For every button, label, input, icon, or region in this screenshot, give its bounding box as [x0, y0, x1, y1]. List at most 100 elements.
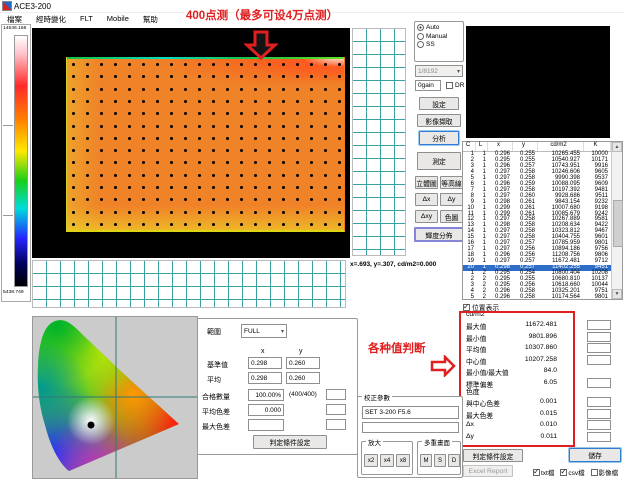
point-dot — [86, 149, 89, 152]
delta-x-button[interactable]: Δx — [415, 193, 438, 206]
point-dot — [254, 63, 257, 66]
point-dot — [100, 161, 103, 164]
menu-item-Mobile[interactable]: Mobile — [100, 13, 136, 24]
col-header-k: K — [584, 142, 611, 151]
excel-report-button[interactable]: Excel Report — [463, 465, 513, 477]
point-dot — [296, 75, 299, 78]
point-dot — [114, 137, 117, 140]
point-dot — [338, 149, 341, 152]
judge-condition-button-2[interactable]: 判定條件設定 — [253, 435, 327, 449]
scroll-down-icon[interactable]: ▼ — [612, 289, 622, 299]
filecheck-txt檔[interactable]: txt檔 — [533, 467, 554, 477]
radio-ss[interactable]: SS — [417, 41, 461, 48]
zoom-x2-button[interactable]: x2 — [364, 454, 378, 467]
point-dot — [128, 63, 131, 66]
save-button[interactable]: 儲存 — [569, 448, 621, 462]
dr-checkbox[interactable]: DR — [446, 82, 464, 89]
scale-min-value: 5438.749 — [3, 289, 24, 294]
point-dot — [128, 198, 131, 201]
radio-dot[interactable] — [417, 24, 424, 31]
menu-item-檔案[interactable]: 檔案 — [0, 13, 29, 24]
scroll-up-icon[interactable]: ▲ — [612, 142, 622, 152]
point-dot — [198, 112, 201, 115]
menu-item-幫助[interactable]: 幫助 — [136, 13, 165, 24]
contour-button[interactable]: 等高線 — [440, 176, 463, 189]
menu-item-經時變化[interactable]: 經時變化 — [29, 13, 73, 24]
average-y-input[interactable]: 0.260 — [286, 372, 320, 384]
point-dot — [142, 88, 145, 91]
cie-chromaticity-diagram[interactable] — [32, 316, 198, 479]
chevron-down-icon: ▾ — [281, 328, 284, 335]
heatmap-canvas[interactable] — [32, 28, 350, 258]
point-dot — [142, 125, 145, 128]
dr-checkbox-box[interactable] — [446, 82, 453, 89]
radio-dot[interactable] — [417, 41, 424, 48]
point-dot — [114, 161, 117, 164]
color-scale-gradient — [14, 35, 28, 287]
point-dot — [268, 112, 271, 115]
col-header-l: L — [476, 142, 488, 151]
point-dot — [254, 149, 257, 152]
table-row[interactable]: 520.2960.25810174.5649801 — [463, 295, 622, 301]
point-dot — [86, 186, 89, 189]
scroll-thumb[interactable] — [613, 200, 623, 247]
judge-value: 0.015 — [497, 410, 557, 417]
measure-button[interactable]: 測定 — [417, 152, 461, 170]
view-3d-button[interactable]: 立體圖 — [415, 176, 438, 189]
delta-y-button[interactable]: Δy — [440, 193, 463, 206]
point-dot — [142, 223, 145, 226]
filecheck-影像檔[interactable]: 影像檔 — [591, 467, 619, 477]
point-dot — [310, 112, 313, 115]
multiview-m-button[interactable]: M — [420, 454, 432, 467]
zoom-x4-button[interactable]: x4 — [380, 454, 394, 467]
judge-value: 0.010 — [497, 421, 557, 428]
reference-y-input[interactable]: 0.260 — [286, 357, 320, 369]
point-dot — [226, 211, 229, 214]
settings-button[interactable]: 設定 — [419, 97, 459, 110]
file-checkbox-label: 影像檔 — [599, 467, 619, 477]
reference-x-input[interactable]: 0.298 — [248, 357, 282, 369]
calibration-set-field[interactable]: SET 3-200 F5.6 — [362, 406, 459, 419]
point-dot — [114, 88, 117, 91]
colormap-button[interactable]: 色圖 — [440, 210, 463, 223]
point-dot — [72, 137, 75, 140]
multiview-s-button[interactable]: S — [434, 454, 446, 467]
gain-input[interactable]: 0gain — [415, 80, 441, 91]
point-dot — [142, 198, 145, 201]
point-dot — [114, 100, 117, 103]
col-x-label: x — [261, 348, 265, 355]
filecheck-csv檔[interactable]: csv檔 — [560, 467, 584, 477]
zoom-x8-button[interactable]: x8 — [396, 454, 410, 467]
point-dot — [268, 174, 271, 177]
point-dot — [268, 125, 271, 128]
radio-dot[interactable] — [417, 33, 424, 40]
point-dot — [338, 125, 341, 128]
table-scrollbar[interactable]: ▲ ▼ — [611, 142, 622, 299]
judge-condition-button[interactable]: 判定條件設定 — [463, 449, 523, 462]
radio-manual[interactable]: Manual — [417, 33, 461, 40]
point-dot — [198, 100, 201, 103]
luminance-heatmap[interactable] — [66, 57, 345, 232]
point-dot — [128, 149, 131, 152]
multiview-d-button[interactable]: D — [448, 454, 460, 467]
point-dot — [128, 100, 131, 103]
point-dot — [198, 149, 201, 152]
file-checkbox-box[interactable] — [533, 469, 540, 476]
point-dot — [296, 186, 299, 189]
file-checkbox-box[interactable] — [560, 469, 567, 476]
delta-xy-button[interactable]: Δxy — [415, 210, 438, 223]
analyze-button[interactable]: 分析 — [419, 131, 459, 145]
point-dot — [338, 75, 341, 78]
luminance-scale-panel: 14536.166 5438.749 — [1, 24, 31, 302]
calibration-extra-field[interactable] — [362, 422, 459, 433]
image-capture-button[interactable]: 影像擷取 — [417, 114, 461, 127]
file-checkbox-box[interactable] — [591, 469, 598, 476]
shutter-select[interactable]: 1/8192 ▾ — [415, 65, 463, 77]
range-select[interactable]: FULL ▾ — [241, 324, 287, 338]
average-x-input[interactable]: 0.298 — [248, 372, 282, 384]
radio-auto[interactable]: Auto — [417, 24, 461, 31]
menu-item-FLT[interactable]: FLT — [73, 13, 100, 24]
avg-colordiff-label: 平均色差 — [202, 407, 230, 417]
luminance-distribution-button[interactable]: 輝度分佈 — [414, 227, 464, 242]
measurement-table[interactable]: C L x y cd/m2 K 110.2960.25510265.455100… — [462, 141, 623, 300]
